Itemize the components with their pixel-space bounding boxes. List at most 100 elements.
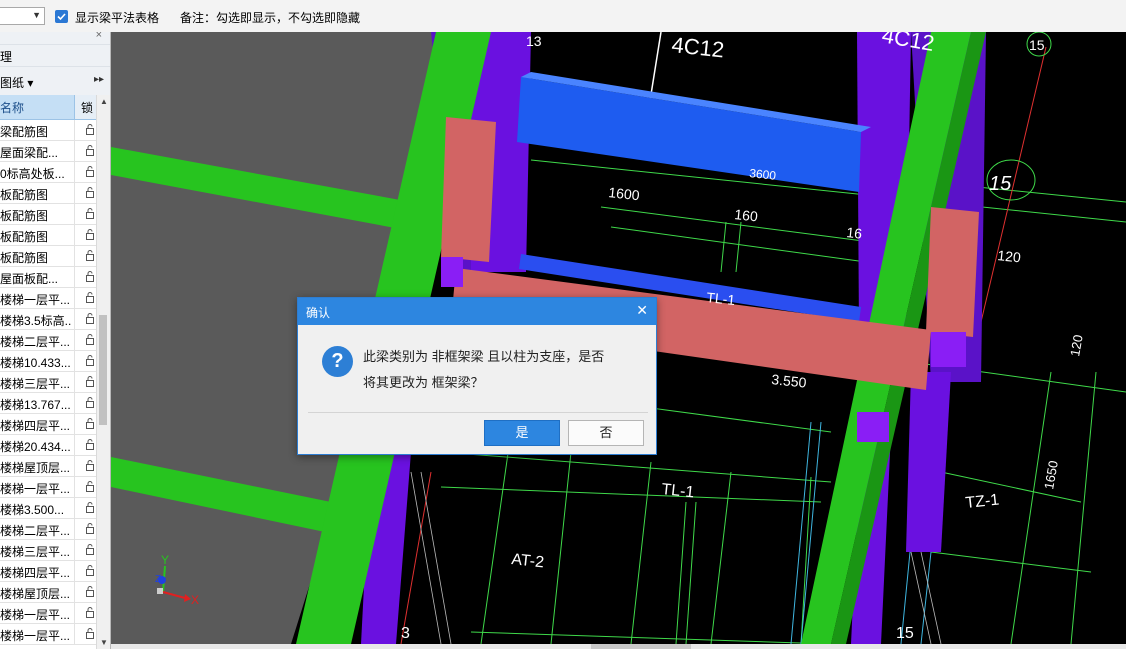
grid-label-15-mid: 15 (989, 173, 1012, 195)
list-scrollbar[interactable]: ▲ ▼ (96, 95, 110, 649)
column-name-header[interactable]: 名称 (0, 99, 24, 116)
lock-icon[interactable] (74, 162, 97, 182)
list-item[interactable]: 楼梯一层平... (0, 288, 96, 309)
lock-icon[interactable] (74, 288, 97, 308)
drawing-filter-label: 图纸 ▾ (0, 76, 34, 90)
dialog-titlebar[interactable]: 确认 ✕ (298, 298, 656, 325)
list-item[interactable]: 0标高处板... (0, 162, 96, 183)
panel-tab[interactable]: 理 (0, 44, 110, 67)
horizontal-scrollbar-thumb[interactable] (591, 644, 691, 649)
axis-gizmo: Y X Z (151, 552, 211, 612)
lock-icon[interactable] (74, 393, 97, 413)
scroll-down-icon[interactable]: ▼ (100, 638, 108, 647)
expand-icon[interactable]: ▸▸ (94, 74, 104, 85)
lock-icon[interactable] (74, 624, 97, 644)
drawing-list: 梁配筋图 屋面梁配... 0标高处板... 板配筋图 板配筋图 板配筋图 板配筋图 屋面板配.… (0, 120, 96, 645)
lock-icon[interactable] (74, 561, 97, 581)
list-item-name: 楼梯三层平... (0, 377, 71, 391)
list-item[interactable]: 屋面梁配... (0, 141, 96, 162)
lock-icon[interactable] (74, 540, 97, 560)
lock-icon[interactable] (74, 141, 97, 161)
dialog-message-line2: 将其更改为 框架梁？ (363, 375, 484, 390)
lock-icon[interactable] (74, 267, 97, 287)
list-item[interactable]: 板配筋图 (0, 225, 96, 246)
list-item-name: 板配筋图 (0, 230, 49, 244)
lock-icon[interactable] (74, 435, 97, 455)
show-beam-table-label[interactable]: 显示梁平法表格 (75, 9, 159, 26)
dim-16: 16 (846, 224, 863, 242)
lock-icon[interactable] (74, 225, 97, 245)
list-item[interactable]: 楼梯屋顶层... (0, 456, 96, 477)
close-icon[interactable]: × (96, 32, 102, 41)
scrollbar-thumb[interactable] (99, 315, 107, 425)
dim-3600: 3600 (749, 166, 777, 183)
list-item[interactable]: 板配筋图 (0, 246, 96, 267)
lock-icon[interactable] (74, 246, 97, 266)
list-item[interactable]: 楼梯二层平... (0, 519, 96, 540)
list-item[interactable]: 楼梯三层平... (0, 372, 96, 393)
list-item-name: 楼梯屋顶层... (0, 587, 71, 601)
list-item[interactable]: 楼梯20.434... (0, 435, 96, 456)
lock-icon[interactable] (74, 477, 97, 497)
list-item[interactable]: 板配筋图 (0, 183, 96, 204)
column-lock-header[interactable]: 锁 (74, 95, 97, 119)
list-item-name: 楼梯二层平... (0, 335, 71, 349)
list-item[interactable]: 楼梯一层平... (0, 603, 96, 624)
list-item[interactable]: 屋面板配... (0, 267, 96, 288)
layer-combo[interactable]: ▼ (0, 7, 45, 25)
lock-icon[interactable] (74, 183, 97, 203)
list-item[interactable]: 楼梯三层平... (0, 540, 96, 561)
list-item[interactable]: 楼梯一层平... (0, 477, 96, 498)
list-item[interactable]: 楼梯一层平... (0, 624, 96, 645)
list-item[interactable]: 楼梯二层平... (0, 330, 96, 351)
lock-icon[interactable] (74, 456, 97, 476)
list-item[interactable]: 楼梯3.500... (0, 498, 96, 519)
grid-label-3-bottom: 3 (401, 625, 410, 642)
show-beam-table-checkbox[interactable] (55, 10, 68, 23)
dialog-separator (308, 412, 648, 413)
list-item-name: 梁配筋图 (0, 125, 49, 139)
list-item-name: 楼梯10.433... (0, 356, 71, 370)
drawing-list-panel: × 理 图纸 ▾ ▸▸ 名称 锁 梁配筋图 屋面梁配... 0标高处板... 板配筋图… (0, 32, 111, 649)
lock-icon[interactable] (74, 372, 97, 392)
toolbar-note: 备注：勾选即显示，不勾选即隐藏 (180, 11, 361, 25)
yes-button[interactable]: 是 (484, 420, 560, 446)
close-icon[interactable]: ✕ (636, 302, 648, 319)
chevron-down-icon: ▼ (32, 10, 41, 20)
drawing-filter-dropdown[interactable]: 图纸 ▾ ▸▸ (0, 66, 110, 95)
lock-icon[interactable] (74, 519, 97, 539)
list-item[interactable]: 板配筋图 (0, 204, 96, 225)
question-icon: ? (322, 346, 353, 377)
list-item-name: 楼梯一层平... (0, 482, 71, 496)
lock-icon[interactable] (74, 603, 97, 623)
lock-icon[interactable] (74, 120, 97, 140)
lock-icon[interactable] (74, 414, 97, 434)
list-item-name: 楼梯一层平... (0, 293, 71, 307)
grid-label-15-bottom: 15 (896, 625, 914, 642)
dialog-message-line1: 此梁类别为 非框架梁 且以柱为支座，是否 (363, 349, 605, 364)
list-item-name: 楼梯四层平... (0, 419, 71, 433)
lock-icon[interactable] (74, 498, 97, 518)
dim-1600: 1600 (608, 184, 641, 203)
lock-icon[interactable] (74, 351, 97, 371)
list-item[interactable]: 楼梯10.433... (0, 351, 96, 372)
no-button[interactable]: 否 (568, 420, 644, 446)
list-item-name: 楼梯屋顶层... (0, 461, 71, 475)
panel-tab-label: 理 (0, 50, 13, 64)
lock-icon[interactable] (74, 330, 97, 350)
dialog-title: 确认 (306, 306, 331, 320)
lock-icon[interactable] (74, 204, 97, 224)
list-item[interactable]: 楼梯屋顶层... (0, 582, 96, 603)
list-item[interactable]: 楼梯四层平... (0, 414, 96, 435)
list-item-name: 楼梯3.5标高... (0, 314, 72, 328)
list-item[interactable]: 楼梯13.767... (0, 393, 96, 414)
scroll-up-icon[interactable]: ▲ (100, 97, 108, 106)
list-item[interactable]: 梁配筋图 (0, 120, 96, 141)
list-item[interactable]: 楼梯3.5标高... (0, 309, 96, 330)
lock-icon[interactable] (74, 309, 97, 329)
horizontal-scrollbar[interactable] (111, 644, 1126, 649)
list-item[interactable]: 楼梯四层平... (0, 561, 96, 582)
axis-z-label: Z (155, 574, 161, 585)
lock-icon[interactable] (74, 582, 97, 602)
list-item-name: 板配筋图 (0, 209, 49, 223)
